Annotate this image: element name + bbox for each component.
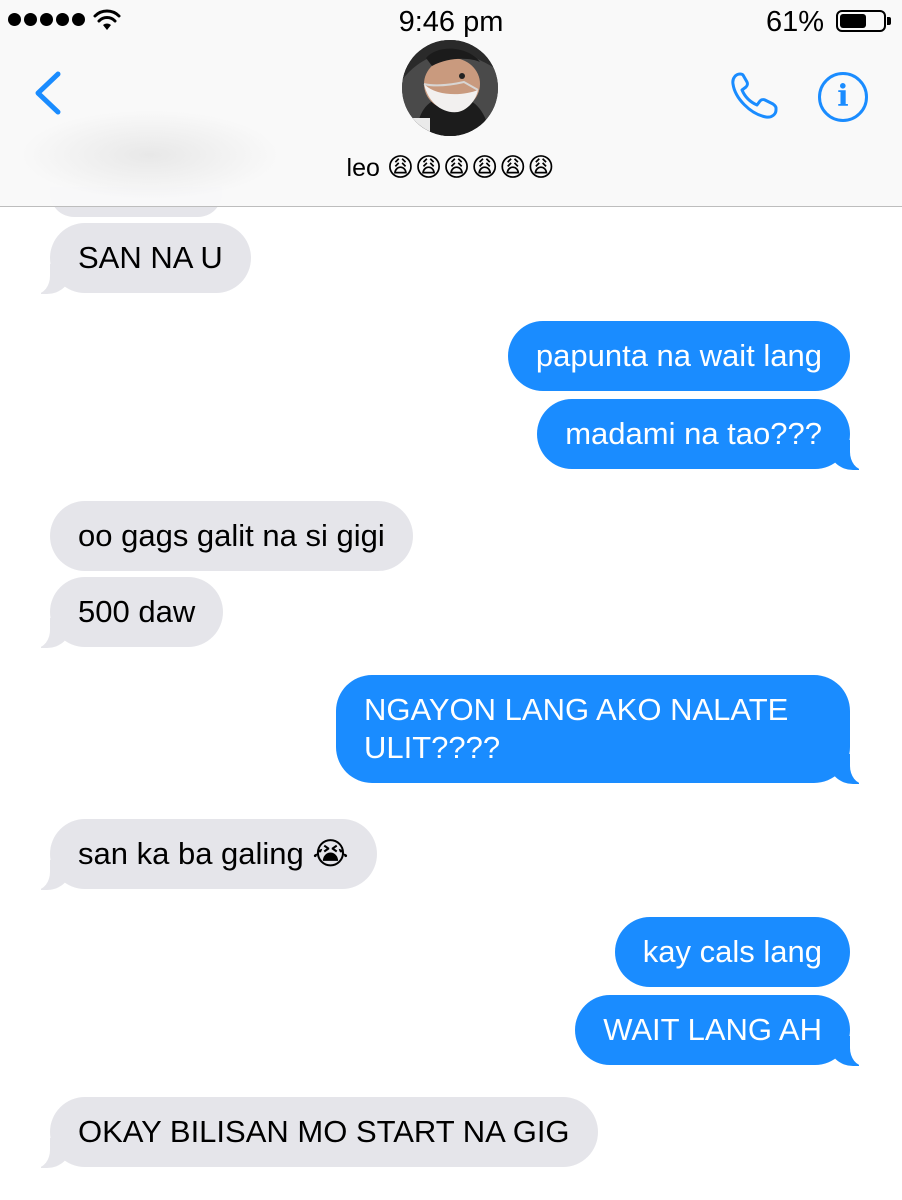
contact-name-emojis: 😩😩😩😩😩😩 (386, 152, 556, 182)
outgoing-message-bubble[interactable]: kay cals lang (614, 917, 850, 987)
contact-name[interactable]: leo 😩😩😩😩😩😩 (0, 152, 902, 183)
message-text: kay cals lang (642, 934, 822, 969)
contact-name-text: leo (346, 154, 380, 182)
outgoing-message-bubble[interactable]: NGAYON LANG AKO NALATE ULIT???? (336, 675, 868, 784)
message-text: papunta na wait lang (535, 338, 822, 373)
message-text: madami na tao??? (565, 416, 822, 451)
battery-percentage: 61% (765, 6, 824, 38)
outgoing-message-bubble[interactable]: papunta na wait lang (507, 321, 850, 391)
message-thread[interactable]: SAN NA U papunta na wait lang madami na … (0, 187, 902, 1200)
outgoing-message-bubble[interactable]: madami na tao??? (537, 399, 868, 470)
message-text: WAIT LANG AH (603, 1012, 822, 1047)
message-text: 500 daw (78, 594, 196, 629)
battery-level-fill (840, 14, 866, 28)
info-icon[interactable]: i (818, 72, 868, 122)
message-text: oo gags galit na si gigi (78, 518, 385, 553)
incoming-message-bubble[interactable]: SAN NA U (32, 223, 251, 294)
outgoing-message-bubble[interactable]: WAIT LANG AH (575, 995, 868, 1066)
incoming-message-bubble[interactable]: san ka ba galing 😭 (32, 819, 377, 890)
message-text: NGAYON LANG AKO NALATE ULIT???? (364, 692, 789, 765)
incoming-message-bubble[interactable]: oo gags galit na si gigi (50, 501, 413, 571)
message-text: OKAY BILISAN MO START NA GIG (78, 1114, 570, 1149)
phone-icon[interactable] (726, 68, 782, 124)
chevron-left-icon[interactable] (30, 68, 66, 118)
message-text: san ka ba galing 😭 (78, 836, 349, 871)
incoming-message-bubble[interactable]: 500 daw (31, 577, 224, 648)
battery-icon (836, 10, 891, 32)
status-bar: 9:46 pm 61% (0, 0, 902, 44)
incoming-message-bubble[interactable]: OKAY BILISAN MO START NA GIG (32, 1097, 598, 1168)
contact-avatar[interactable] (402, 40, 498, 136)
message-text: SAN NA U (78, 240, 223, 275)
